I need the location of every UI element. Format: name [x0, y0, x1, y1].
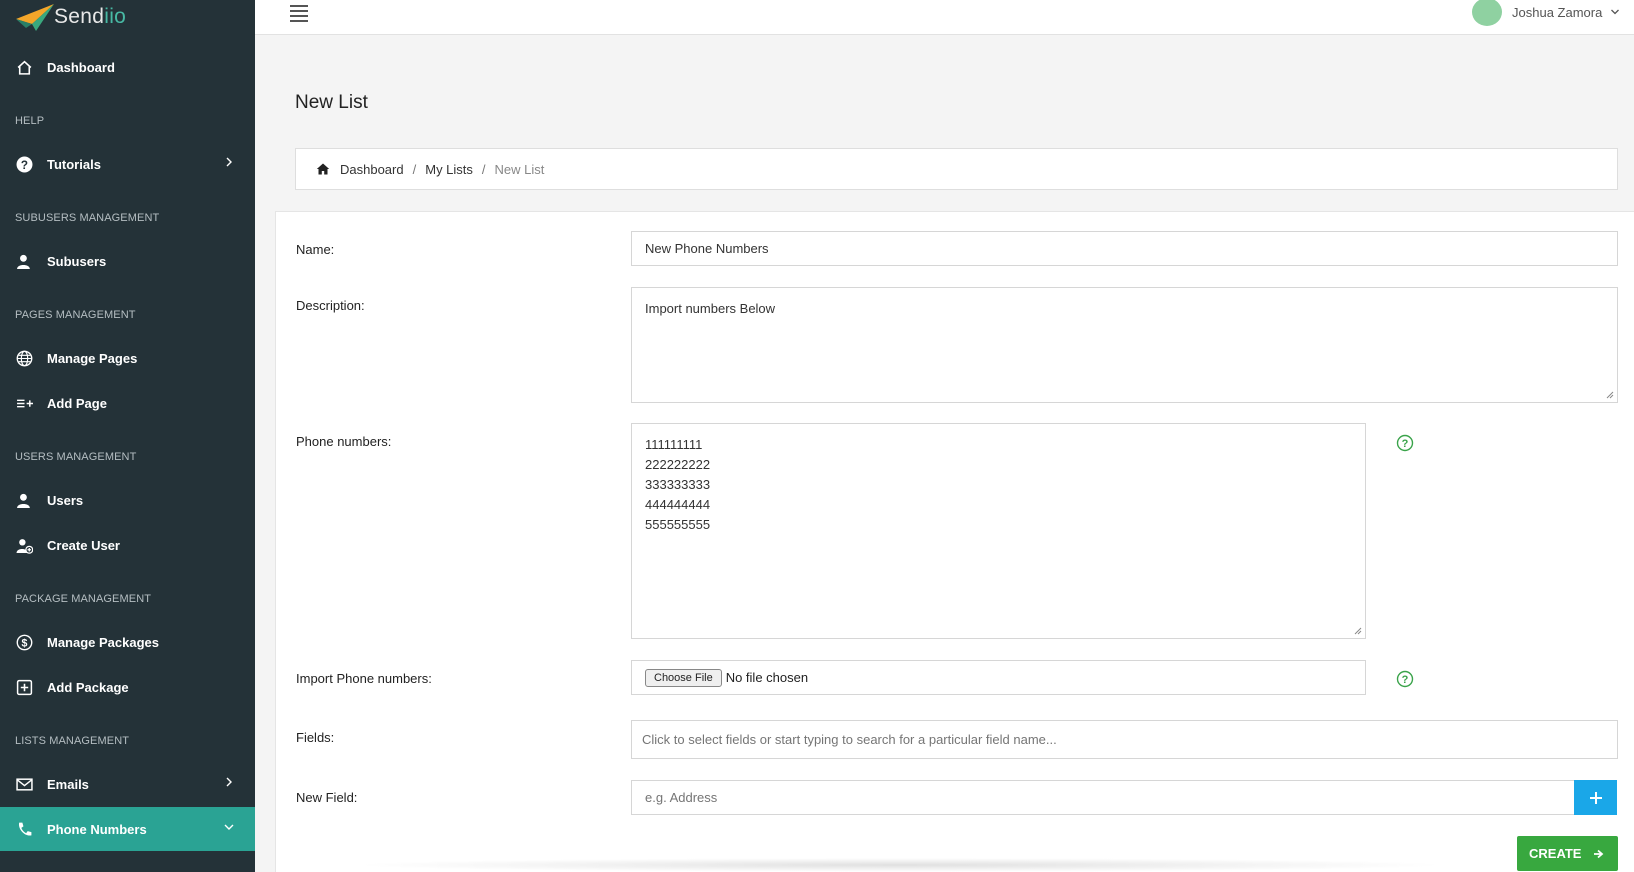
section-lists: LISTS MANAGEMENT — [15, 735, 130, 747]
chevron-right-icon — [226, 777, 232, 787]
fields-label: Fields: — [296, 730, 335, 745]
chevron-down-icon — [224, 824, 234, 830]
sidebar-item-label: Tutorials — [47, 156, 101, 172]
breadcrumb-my-lists[interactable]: My Lists — [425, 162, 473, 177]
sidebar-item-label: Emails — [47, 776, 89, 792]
sidebar-item-dashboard[interactable]: Dashboard — [0, 45, 255, 89]
sidebar-item-create-user[interactable]: Create User — [0, 523, 255, 567]
section-users: USERS MANAGEMENT — [15, 451, 137, 463]
svg-text:?: ? — [1402, 674, 1409, 686]
sidebar-item-add-page[interactable]: Add Page — [0, 381, 255, 425]
svg-text:$: $ — [21, 637, 27, 649]
new-field-input[interactable] — [631, 780, 1575, 815]
choose-file-button[interactable]: Choose File — [645, 668, 722, 687]
user-name[interactable]: Joshua Zamora — [1512, 5, 1602, 20]
sidebar-item-manage-pages[interactable]: Manage Pages — [0, 336, 255, 380]
sidebar-item-label: Create User — [47, 537, 120, 553]
breadcrumb-separator: / — [412, 161, 417, 177]
create-button-label: CREATE — [1529, 846, 1582, 861]
sidebar: Sendiio Dashboard HELP ? Tutorials SUBUS… — [0, 0, 255, 872]
list-add-icon — [15, 394, 33, 412]
breadcrumb-current: New List — [494, 161, 545, 177]
top-bar: Joshua Zamora — [255, 0, 1634, 35]
globe-icon — [15, 349, 33, 367]
create-button[interactable]: CREATE — [1517, 836, 1618, 871]
help-icon[interactable]: ? — [1396, 434, 1414, 452]
paper-plane-logo-icon — [16, 4, 54, 31]
section-help: HELP — [15, 115, 45, 127]
chevron-right-icon — [226, 157, 232, 167]
page-title: New List — [295, 92, 368, 113]
new-field-label: New Field: — [296, 790, 358, 805]
breadcrumb-separator: / — [481, 161, 486, 177]
section-package: PACKAGE MANAGEMENT — [15, 593, 152, 605]
sidebar-item-label: Manage Pages — [47, 350, 138, 366]
question-circle-icon: ? — [15, 155, 33, 173]
file-status: No file chosen — [725, 670, 809, 685]
section-pages: PAGES MANAGEMENT — [15, 309, 136, 321]
description-textarea[interactable]: Import numbers Below — [631, 287, 1618, 403]
chevron-down-icon[interactable] — [1610, 7, 1620, 17]
hamburger-menu-icon[interactable] — [290, 5, 308, 22]
avatar[interactable] — [1472, 0, 1502, 26]
sidebar-item-tutorials[interactable]: ? Tutorials — [0, 142, 255, 186]
user-icon — [15, 252, 33, 270]
sidebar-item-label: Phone Numbers — [47, 821, 147, 837]
arrow-right-icon — [1594, 849, 1604, 858]
file-input[interactable]: Choose File No file chosen — [631, 660, 1366, 695]
sidebar-item-label: Add Package — [47, 679, 129, 695]
sidebar-item-emails[interactable]: Emails — [0, 762, 255, 806]
dollar-circle-icon: $ — [15, 633, 33, 651]
plus-icon — [1589, 791, 1602, 804]
fields-select-input[interactable] — [631, 720, 1618, 759]
svg-text:?: ? — [1402, 438, 1409, 450]
phone-icon — [15, 820, 33, 838]
breadcrumb: Dashboard / My Lists / New List — [295, 148, 1618, 190]
name-label: Name: — [296, 242, 335, 257]
sidebar-item-subusers[interactable]: Subusers — [0, 239, 255, 283]
svg-text:?: ? — [20, 158, 27, 171]
resize-handle-icon[interactable] — [1606, 391, 1614, 399]
plus-square-icon — [15, 678, 33, 696]
envelope-icon — [15, 775, 33, 793]
sidebar-item-label: Add Page — [47, 395, 107, 411]
panel-shadow — [350, 858, 1450, 872]
section-subusers: SUBUSERS MANAGEMENT — [15, 212, 160, 224]
description-label: Description: — [296, 298, 365, 313]
add-field-button[interactable] — [1574, 780, 1617, 815]
user-icon — [15, 491, 33, 509]
help-icon[interactable]: ? — [1396, 670, 1414, 688]
logo-text: Sendiio — [54, 5, 127, 28]
phone-numbers-textarea[interactable]: 111111111 222222222 333333333 444444444 … — [631, 423, 1366, 639]
resize-handle-icon[interactable] — [1354, 627, 1362, 635]
sidebar-item-label: Users — [47, 492, 84, 508]
sidebar-item-label: Dashboard — [47, 59, 115, 75]
sidebar-item-label: Manage Packages — [47, 634, 160, 650]
user-plus-icon — [15, 536, 33, 554]
home-icon — [15, 58, 33, 76]
import-phone-numbers-label: Import Phone numbers: — [296, 671, 432, 686]
logo[interactable]: Sendiio — [0, 0, 255, 34]
phone-numbers-label: Phone numbers: — [296, 434, 392, 449]
home-icon[interactable] — [316, 162, 330, 176]
sidebar-item-label: Subusers — [47, 253, 107, 269]
sidebar-item-manage-packages[interactable]: $ Manage Packages — [0, 620, 255, 664]
breadcrumb-dashboard[interactable]: Dashboard — [340, 162, 404, 177]
sidebar-item-add-package[interactable]: Add Package — [0, 665, 255, 709]
sidebar-item-phone-numbers[interactable]: Phone Numbers — [0, 807, 255, 851]
name-input[interactable] — [631, 231, 1618, 266]
sidebar-item-users[interactable]: Users — [0, 478, 255, 522]
